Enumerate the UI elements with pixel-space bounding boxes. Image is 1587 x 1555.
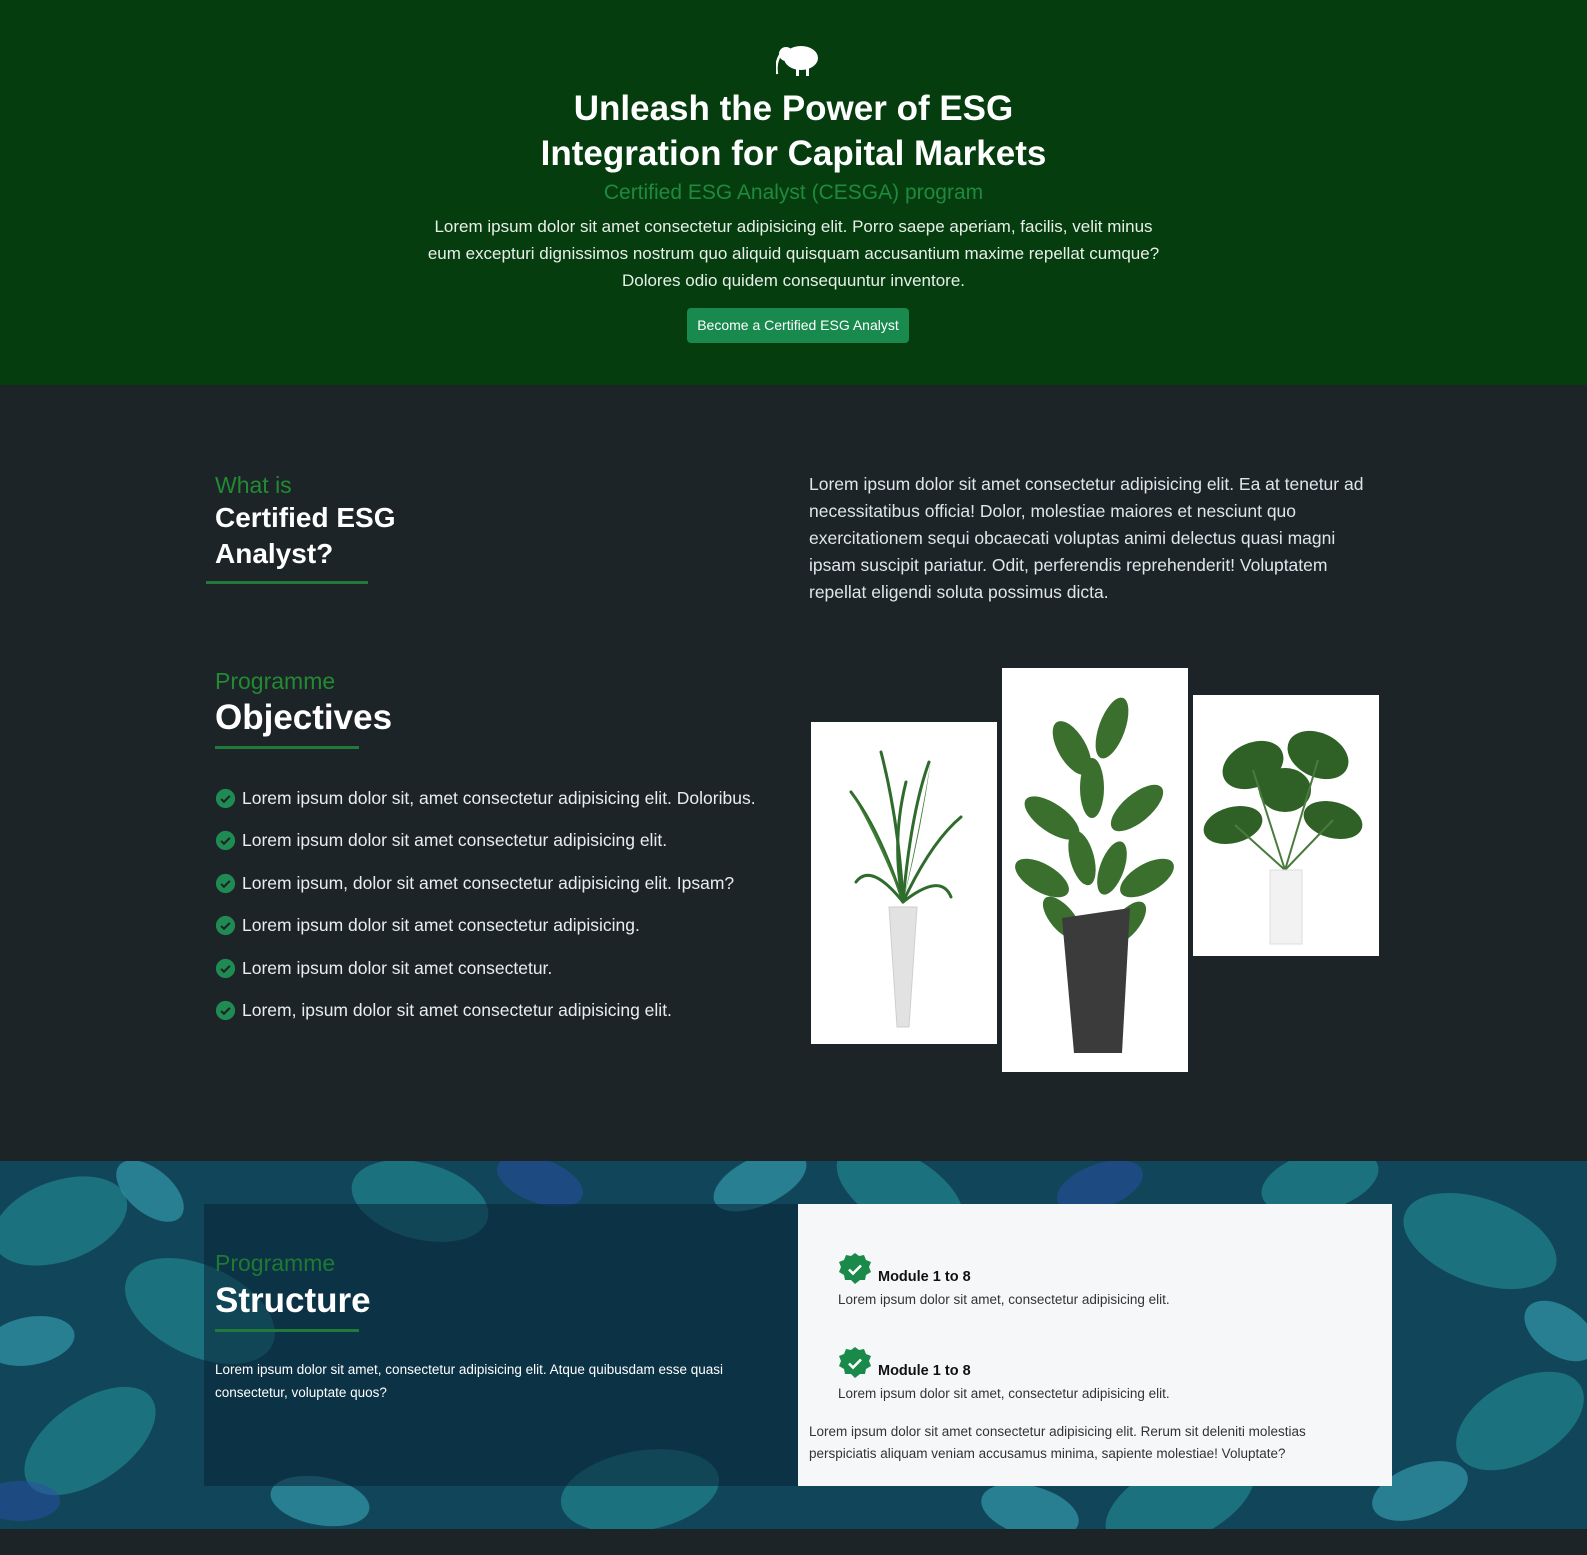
objective-text: Lorem, ipsum dolor sit amet consectetur … <box>242 1000 672 1021</box>
check-badge-icon <box>215 958 236 978</box>
hero-title-line2: Integration for Capital Markets <box>540 134 1047 173</box>
structure-overlay-panel <box>204 1204 798 1486</box>
check-badge-icon <box>215 916 236 936</box>
what-is-description: Lorem ipsum dolor sit amet consectetur a… <box>809 474 1364 602</box>
objective-item: Lorem ipsum dolor sit amet consectetur. <box>215 947 756 990</box>
module-title: Module 1 to 8 <box>878 1363 971 1379</box>
structure-underline <box>215 1329 359 1332</box>
plant-image-rubber-plant <box>1002 668 1188 1072</box>
objective-text: Lorem ipsum, dolor sit amet consectetur … <box>242 872 735 893</box>
check-badge-icon <box>215 831 236 851</box>
objective-text: Lorem ipsum dolor sit, amet consectetur … <box>242 787 756 808</box>
hero-subtitle: Certified ESG Analyst (CESGA) program <box>603 181 984 204</box>
hero-section: Unleash the Power of ESG Integration for… <box>0 0 1587 385</box>
objectives-list: Lorem ipsum dolor sit, amet consectetur … <box>215 777 756 1032</box>
structure-title: Structure <box>215 1281 371 1320</box>
structure-eyebrow: Programme <box>215 1250 336 1276</box>
objective-item: Lorem ipsum dolor sit, amet consectetur … <box>215 777 756 820</box>
module-item: Module 1 to 8 Lorem ipsum dolor sit amet… <box>838 1346 1170 1404</box>
check-badge-icon <box>839 1347 871 1378</box>
check-badge-icon <box>839 1253 871 1284</box>
objectives-eyebrow: Programme <box>215 668 336 694</box>
objectives-underline <box>215 746 359 749</box>
structure-note: Lorem ipsum dolor sit amet consectetur a… <box>809 1424 1306 1461</box>
what-is-title: Certified ESG Analyst? <box>215 500 395 572</box>
objective-text: Lorem ipsum dolor sit amet consectetur. <box>242 957 553 978</box>
check-badge-icon <box>215 788 236 808</box>
objective-item: Lorem, ipsum dolor sit amet consectetur … <box>215 990 756 1033</box>
objectives-title: Objectives <box>215 698 393 737</box>
objective-item: Lorem ipsum dolor sit amet consectetur a… <box>215 820 756 863</box>
what-is-title-line1: Certified ESG <box>215 502 396 533</box>
hero-title-line1: Unleash the Power of ESG <box>573 89 1014 128</box>
hero-title: Unleash the Power of ESG Integration for… <box>0 86 1587 176</box>
what-is-eyebrow: What is <box>215 472 292 498</box>
plant-image-dracaena <box>811 722 997 1044</box>
kiwi-bird-icon <box>776 46 818 76</box>
objective-text: Lorem ipsum dolor sit amet consectetur a… <box>242 915 640 936</box>
structure-description: Lorem ipsum dolor sit amet, consectetur … <box>215 1362 724 1400</box>
hero-description: Lorem ipsum dolor sit amet consectetur a… <box>427 217 1160 290</box>
check-badge-icon <box>215 1001 236 1021</box>
plant-image-monstera <box>1193 695 1379 956</box>
objective-item: Lorem ipsum dolor sit amet consectetur a… <box>215 905 756 948</box>
module-description: Lorem ipsum dolor sit amet, consectetur … <box>838 1386 1170 1401</box>
objective-text: Lorem ipsum dolor sit amet consectetur a… <box>242 830 668 851</box>
what-is-underline <box>206 581 368 584</box>
module-description: Lorem ipsum dolor sit amet, consectetur … <box>838 1292 1170 1307</box>
what-is-title-line2: Analyst? <box>215 538 334 569</box>
module-title: Module 1 to 8 <box>878 1269 971 1285</box>
become-analyst-button[interactable]: Become a Certified ESG Analyst <box>687 308 909 343</box>
check-badge-icon <box>215 873 236 893</box>
objective-item: Lorem ipsum, dolor sit amet consectetur … <box>215 862 756 905</box>
module-item: Module 1 to 8 Lorem ipsum dolor sit amet… <box>838 1252 1170 1310</box>
